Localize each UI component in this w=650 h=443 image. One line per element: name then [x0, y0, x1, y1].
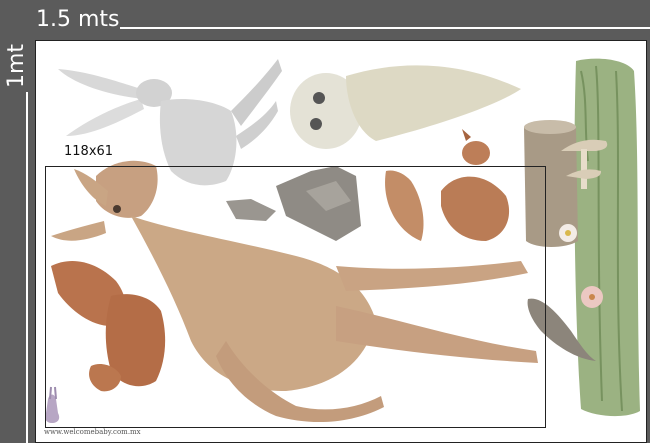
owl-icon [290, 65, 521, 149]
grass-panel-icon [574, 58, 640, 417]
height-dimension-label: 1mt [4, 43, 29, 88]
width-dimension-label: 1.5 mts [36, 7, 120, 32]
width-dimension-line [120, 27, 650, 29]
height-dimension-line [26, 92, 28, 443]
website-footer: www.welcomebaby.com.mx [44, 428, 141, 436]
decal-sheet: 118x61 www.welcomebaby.com.mx [35, 40, 647, 443]
inner-size-box [45, 166, 546, 428]
inner-size-label: 118x61 [64, 144, 114, 159]
